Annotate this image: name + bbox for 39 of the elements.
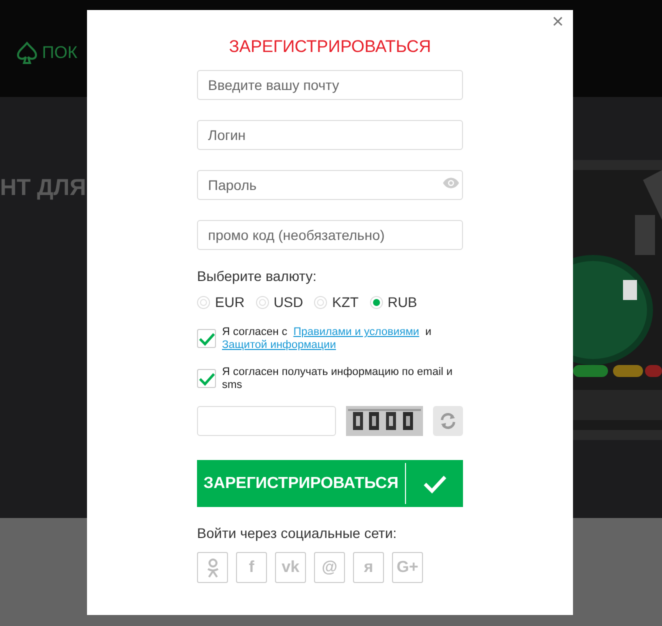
currency-label: RUB — [388, 293, 418, 312]
radio-button[interactable] — [197, 296, 210, 309]
radio-button[interactable] — [370, 296, 383, 309]
radio-button[interactable] — [314, 296, 328, 309]
currency-label: KZT — [332, 293, 359, 312]
agreement-text: Я согласен с — [222, 326, 288, 338]
spade-icon — [16, 40, 38, 65]
social-button[interactable]: я — [353, 552, 384, 583]
eye-icon[interactable] — [443, 177, 459, 191]
social-label: Войти через социальные сети: — [197, 524, 398, 543]
terms-link[interactable]: Правилами и условиями — [293, 326, 420, 338]
radio-button[interactable] — [256, 296, 269, 309]
checkbox[interactable] — [197, 329, 216, 348]
logo-text: ПОК — [42, 42, 78, 64]
currency-label: USD — [274, 293, 304, 312]
social-button[interactable]: f — [236, 552, 267, 583]
input-field[interactable]: Логин — [197, 120, 463, 150]
modal-title: ЗАРЕГИСТРИРОВАТЬСЯ — [228, 36, 432, 56]
check-icon — [423, 474, 447, 494]
social-button[interactable]: @ — [314, 552, 345, 583]
refresh-icon — [439, 412, 457, 430]
close-button[interactable]: × — [552, 12, 564, 32]
privacy-link[interactable]: Защитой информации — [222, 339, 336, 351]
captcha-field[interactable] — [197, 406, 336, 436]
input-field[interactable]: Пароль — [197, 170, 463, 200]
currency-label: Выберите валюту: — [197, 267, 318, 286]
refresh-button[interactable] — [433, 406, 463, 436]
social-button[interactable] — [197, 552, 228, 583]
agreement-text: Я согласен получать информацию по email и sms — [222, 366, 454, 392]
social-button[interactable]: vk — [275, 552, 306, 583]
headline: НТ ДЛЯ — [0, 173, 86, 202]
social-button[interactable]: G+ — [392, 552, 423, 583]
currency-label: EUR — [215, 293, 245, 312]
input-field[interactable]: Введите вашу почту — [197, 70, 463, 100]
register-button[interactable]: ЗАРЕГИСТРИРОВАТЬСЯ — [197, 460, 463, 507]
agreement-text: и — [425, 326, 432, 338]
person-icon — [206, 558, 220, 578]
input-field[interactable]: промо код (необязательно) — [197, 220, 463, 250]
checkbox[interactable] — [197, 369, 216, 388]
